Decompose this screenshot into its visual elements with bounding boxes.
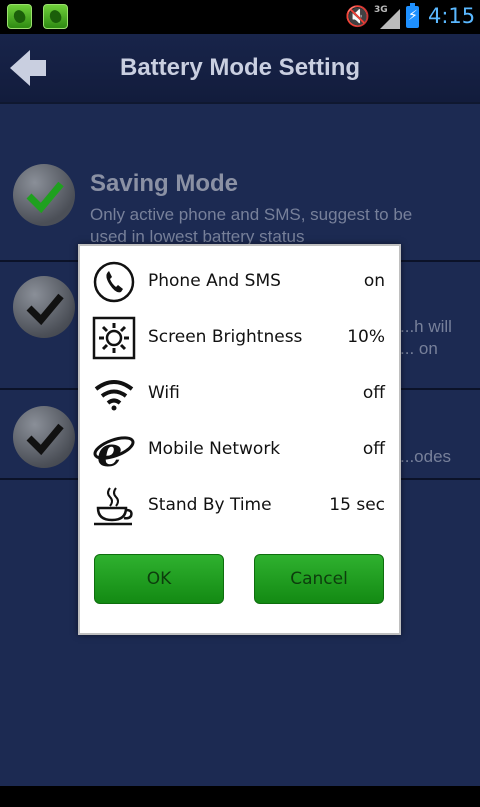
dialog-row-mobile-network: e Mobile Network off: [80, 423, 399, 479]
mode-details-dialog: Phone And SMS on Screen Brightness 10% W…: [78, 244, 401, 635]
checkmark-icon: [13, 276, 75, 338]
dialog-row-label: Wifi: [148, 383, 180, 403]
app-icon: [43, 4, 68, 29]
list-item-description: ...odes: [400, 447, 452, 466]
dialog-row-value: 15 sec: [329, 495, 385, 515]
brightness-icon: [92, 316, 136, 360]
dialog-row-label: Stand By Time: [148, 495, 272, 515]
coffee-cup-icon: [94, 487, 133, 526]
dialog-row-label: Mobile Network: [148, 439, 281, 459]
app-icon: [7, 4, 32, 29]
status-time: 4:15: [428, 4, 476, 28]
mute-icon: 🔇: [345, 4, 370, 28]
dialog-row-label: Screen Brightness: [148, 327, 303, 347]
dialog-row-value: off: [362, 439, 385, 459]
checkmark-icon: [13, 406, 75, 468]
dialog-row-wifi: Wifi off: [80, 367, 399, 423]
dialog-row-standby: Stand By Time 15 sec: [80, 479, 399, 535]
checkmark-icon: [13, 164, 75, 226]
list-item-description: ...h will ... on: [400, 317, 452, 358]
battery-charging-icon: ⚡: [406, 3, 419, 28]
navigation-bar: [0, 786, 480, 807]
svg-text:e: e: [97, 429, 122, 472]
dialog-row-value: off: [362, 383, 385, 403]
dialog-row-phone: Phone And SMS on: [80, 255, 399, 311]
list-item-description: Only active phone and SMS, suggest to be…: [90, 205, 413, 246]
dialog-row-label: Phone And SMS: [148, 271, 281, 291]
dialog-row-value: 10%: [347, 327, 385, 347]
ok-button[interactable]: OK: [94, 554, 224, 604]
mobile-network-icon: e: [93, 429, 135, 472]
status-bar: 🔇 3G ⚡ 4:15: [0, 0, 480, 34]
page-title: Battery Mode Setting: [119, 54, 361, 81]
wifi-icon: [94, 380, 134, 411]
list-item-title: Saving Mode: [90, 170, 239, 197]
phone-icon: [93, 261, 135, 303]
dialog-row-brightness: Screen Brightness 10%: [80, 311, 399, 367]
signal-icon: [380, 9, 400, 29]
dialog-row-value: on: [363, 271, 385, 291]
title-bar: Battery Mode Setting: [0, 34, 480, 104]
cancel-button[interactable]: Cancel: [254, 554, 384, 604]
